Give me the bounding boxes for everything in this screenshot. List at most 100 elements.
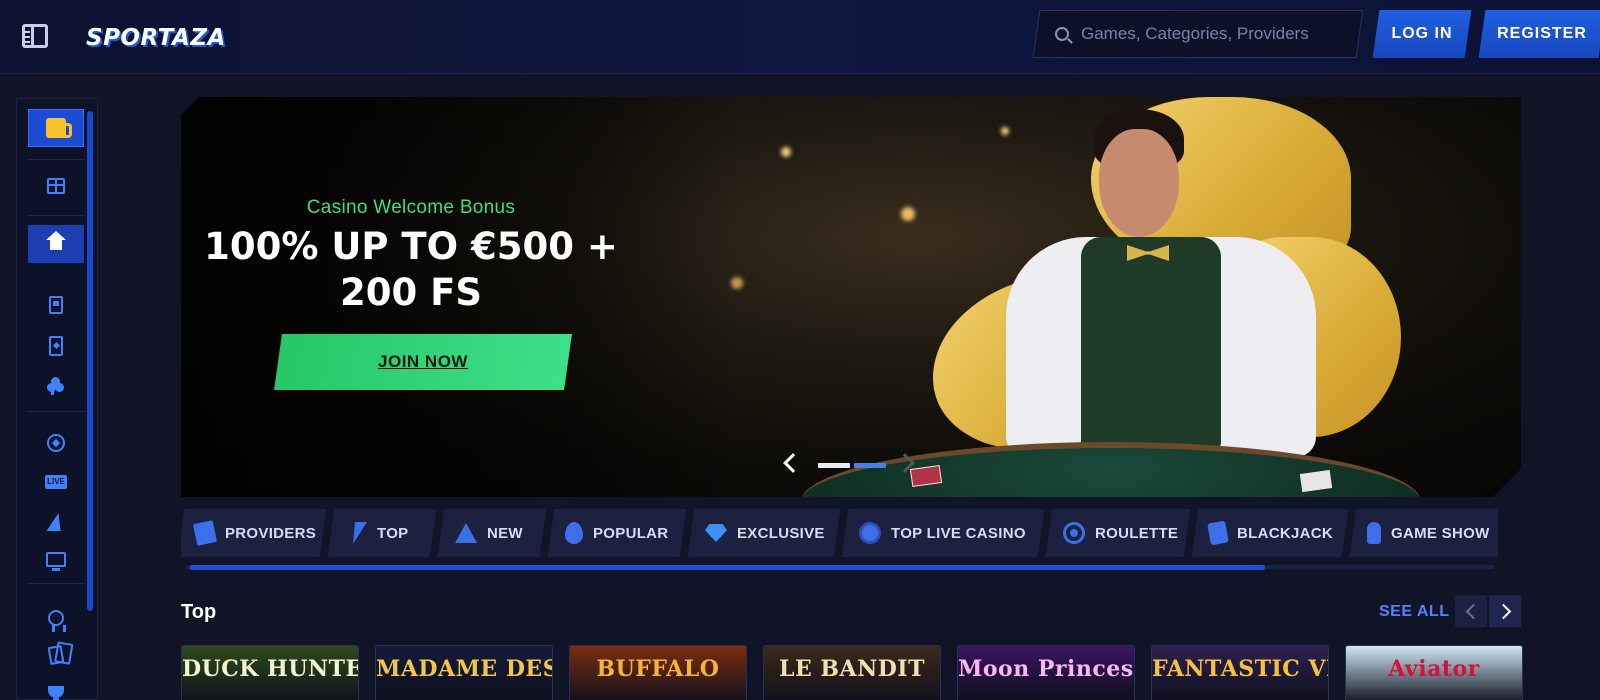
lightning-icon xyxy=(345,522,367,544)
sidebar-divider xyxy=(27,159,85,160)
category-label: ROULETTE xyxy=(1095,524,1179,542)
clover-icon xyxy=(47,377,65,395)
sidebar-item-tournaments[interactable] xyxy=(28,673,84,700)
sidebar-item-promo[interactable] xyxy=(28,109,84,147)
sidebar-scrollbar[interactable] xyxy=(87,111,93,611)
book-icon xyxy=(192,520,218,546)
game-title: MADAME DESTINY xyxy=(376,656,552,682)
category-popular[interactable]: POPULAR xyxy=(547,509,687,557)
game-tile[interactable]: LE BANDIT xyxy=(763,645,941,700)
category-label: TOP xyxy=(377,524,409,542)
category-providers[interactable]: PROVIDERS xyxy=(181,509,327,557)
microphone-icon xyxy=(1367,522,1381,544)
category-roulette[interactable]: ROULETTE xyxy=(1045,509,1191,557)
sidebar-item-live[interactable]: LIVE xyxy=(28,463,84,501)
sidebar-item-virtual[interactable] xyxy=(28,540,84,578)
see-all-link[interactable]: SEE ALL xyxy=(1379,603,1449,621)
category-label: EXCLUSIVE xyxy=(737,524,825,542)
slider-dot-active[interactable] xyxy=(854,463,886,468)
star-icon xyxy=(455,523,477,543)
game-title: Moon Princess xyxy=(958,656,1135,682)
carousel-prev-button[interactable] xyxy=(1455,595,1487,627)
sidebar-item-cards[interactable] xyxy=(28,636,84,674)
dice-icon xyxy=(1207,520,1229,546)
category-label: GAME SHOW xyxy=(1391,524,1490,542)
sidebar: LIVE xyxy=(16,98,98,700)
category-new[interactable]: NEW xyxy=(437,509,547,557)
flame-icon xyxy=(565,522,583,544)
game-tile[interactable]: Aviator xyxy=(1345,645,1523,700)
category-label: BLACKJACK xyxy=(1237,524,1334,542)
game-title: DUCK HUNTERS xyxy=(182,656,358,682)
football-icon xyxy=(47,434,65,452)
slot-machine-icon xyxy=(49,296,63,314)
promo-subtitle: Casino Welcome Bonus xyxy=(306,197,516,218)
sidebar-item-sports[interactable] xyxy=(28,424,84,462)
game-tile[interactable]: BUFFALO xyxy=(569,645,747,700)
register-button-label: REGISTER xyxy=(1497,25,1587,42)
sidebar-item-vip[interactable] xyxy=(28,599,84,637)
category-scrollbar-thumb[interactable] xyxy=(190,565,1265,570)
home-icon xyxy=(46,231,66,252)
category-game-show[interactable]: GAME SHOW xyxy=(1349,509,1498,557)
join-now-label: JOIN NOW xyxy=(378,352,468,371)
game-tile[interactable]: DUCK HUNTERS xyxy=(181,645,359,700)
sidebar-item-luck[interactable] xyxy=(28,367,84,405)
sidebar-item-slots[interactable] xyxy=(28,286,84,324)
dealer-face xyxy=(1099,129,1179,237)
category-exclusive[interactable]: EXCLUSIVE xyxy=(687,509,841,557)
category-top-live-casino[interactable]: TOP LIVE CASINO xyxy=(841,509,1045,557)
game-tile[interactable]: FANTASTIC VIKINGS xyxy=(1151,645,1329,700)
game-title: BUFFALO xyxy=(596,656,720,682)
game-tile[interactable]: Moon Princess xyxy=(957,645,1135,700)
game-tile[interactable]: MADAME DESTINY xyxy=(375,645,553,700)
category-bar: PROVIDERS TOP NEW POPULAR EXCLUSIVE TOP … xyxy=(181,509,1498,557)
badge-icon xyxy=(48,610,66,632)
bokeh-light xyxy=(901,207,915,221)
search-input[interactable] xyxy=(1081,24,1341,44)
category-label: PROVIDERS xyxy=(225,524,317,542)
sidebar-divider xyxy=(27,215,85,216)
sidebar-item-table-games[interactable] xyxy=(28,327,84,365)
gift-icon xyxy=(47,178,65,194)
horse-racing-icon xyxy=(47,513,65,531)
sidebar-divider xyxy=(27,583,85,584)
top-header: SPORTAZA LOG IN REGISTER xyxy=(0,0,1600,74)
category-blackjack[interactable]: BLACKJACK xyxy=(1191,509,1349,557)
promo-title: 100% UP TO €500 + 200 FS xyxy=(181,224,641,316)
dealer-vest xyxy=(1081,237,1221,452)
login-button[interactable]: LOG IN xyxy=(1372,10,1472,58)
section-title: Top xyxy=(181,601,217,623)
sidebar-divider xyxy=(27,411,85,412)
roulette-icon xyxy=(1063,522,1085,544)
logo-text: SPORTAZA xyxy=(86,25,226,51)
category-top[interactable]: TOP xyxy=(327,509,437,557)
join-now-button[interactable]: JOIN NOW xyxy=(274,334,572,390)
login-button-label: LOG IN xyxy=(1391,25,1453,42)
game-title: Aviator xyxy=(1388,656,1480,682)
search-icon xyxy=(1055,27,1069,41)
live-icon: LIVE xyxy=(45,475,67,489)
game-title: LE BANDIT xyxy=(779,656,925,682)
promo-title-line-1: 100% UP TO €500 + xyxy=(204,225,618,268)
sidebar-toggle-icon[interactable] xyxy=(22,24,48,48)
slider-dot[interactable] xyxy=(818,463,850,468)
trophy-icon xyxy=(48,686,64,700)
search-box[interactable] xyxy=(1032,10,1364,58)
card-icon xyxy=(49,336,63,356)
sidebar-item-home[interactable] xyxy=(28,225,84,263)
register-button[interactable]: REGISTER xyxy=(1478,10,1600,58)
promo-title-line-2: 200 FS xyxy=(339,271,483,314)
sidebar-item-racing[interactable] xyxy=(28,503,84,541)
game-title: FANTASTIC VIKINGS xyxy=(1152,656,1328,682)
games-row: DUCK HUNTERS MADAME DESTINY BUFFALO LE B… xyxy=(181,645,1523,700)
category-label: TOP LIVE CASINO xyxy=(891,524,1026,542)
carousel-next-button[interactable] xyxy=(1489,595,1521,627)
diamond-icon xyxy=(705,524,727,542)
sidebar-item-promotions[interactable] xyxy=(28,167,84,205)
beer-icon xyxy=(46,118,72,138)
logo[interactable]: SPORTAZA xyxy=(86,12,226,60)
category-label: POPULAR xyxy=(593,524,669,542)
bokeh-light xyxy=(781,147,791,157)
cards-icon xyxy=(47,644,65,666)
